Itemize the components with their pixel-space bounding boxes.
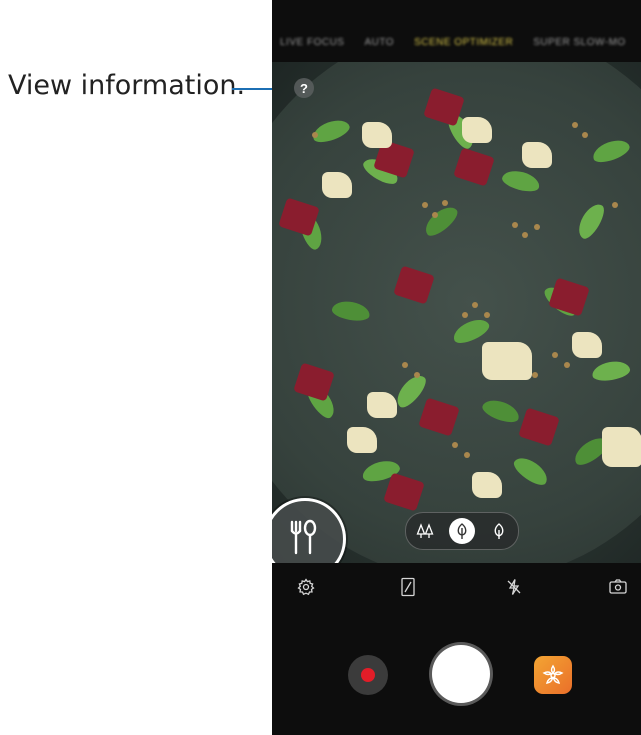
aspect-ratio-button[interactable] — [396, 575, 420, 599]
record-icon — [361, 668, 375, 682]
switch-camera-icon — [609, 579, 627, 594]
filter-option-2[interactable] — [448, 518, 475, 544]
gallery-button[interactable] — [534, 656, 572, 694]
viewfinder[interactable]: ? — [272, 62, 641, 563]
tree-icon — [457, 523, 467, 539]
camera-screen: LIVE FOCUS AUTO SCENE OPTIMIZER SUPER SL… — [272, 0, 641, 735]
mode-super-slow-mo[interactable]: SUPER SLOW-MO — [533, 37, 625, 48]
filter-option-3[interactable] — [486, 518, 512, 544]
fork-spoon-icon — [290, 519, 317, 555]
flash-button[interactable] — [502, 575, 526, 599]
flower-gallery-icon — [542, 664, 564, 684]
mode-live-focus[interactable]: LIVE FOCUS — [280, 37, 344, 48]
mode-bar: LIVE FOCUS AUTO SCENE OPTIMIZER SUPER SL… — [272, 0, 641, 62]
gear-icon — [297, 578, 315, 596]
scene-filter-selector — [405, 512, 519, 550]
mode-scene-optimizer[interactable]: SCENE OPTIMIZER — [414, 37, 513, 48]
switch-camera-button[interactable] — [606, 575, 630, 599]
callout-view-information: View information. — [8, 70, 246, 101]
settings-button[interactable] — [294, 575, 318, 599]
flash-off-icon — [507, 579, 521, 595]
aspect-ratio-icon — [401, 577, 415, 597]
info-button[interactable]: ? — [294, 78, 314, 98]
mode-auto[interactable]: AUTO — [364, 37, 394, 48]
filter-option-1[interactable] — [412, 518, 438, 544]
shutter-button[interactable] — [432, 645, 490, 703]
tree-cluster-icon — [416, 523, 434, 538]
record-button[interactable] — [348, 655, 388, 695]
camera-toolbar — [272, 575, 641, 607]
leaf-icon — [494, 523, 504, 539]
